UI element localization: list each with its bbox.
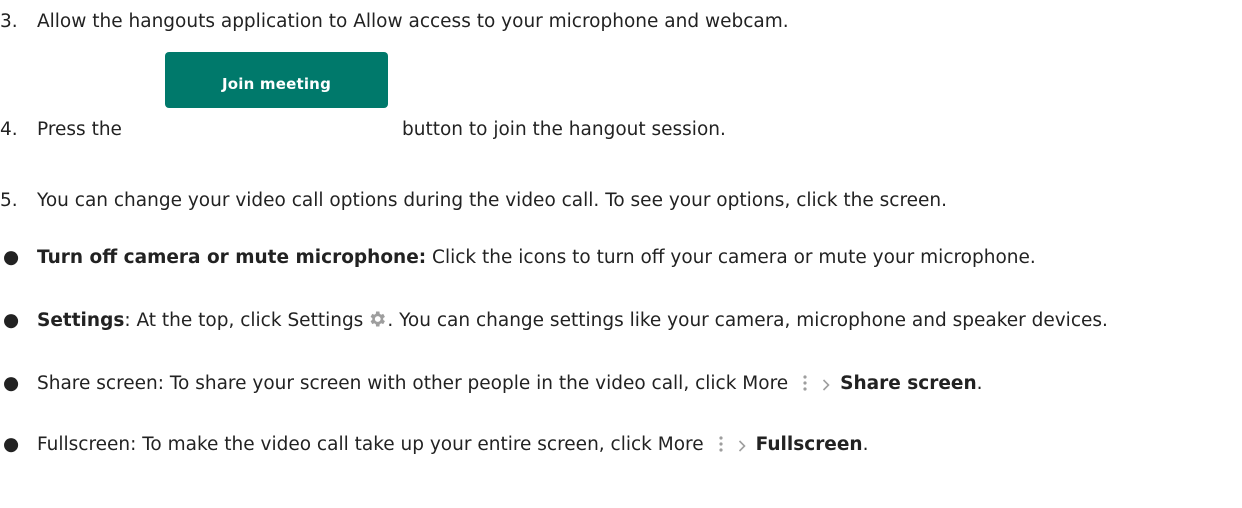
bullet-text: Turn off camera or mute microphone: Clic… — [37, 246, 1236, 270]
step-number: 3. — [0, 11, 18, 32]
more-vert-icon — [802, 374, 808, 399]
bullet-body-1: Share screen: To share your screen with … — [37, 373, 789, 394]
bullet-glyph: ● — [3, 310, 20, 331]
bullet-bold: Fullscreen — [755, 434, 863, 455]
step-number: 4. — [0, 119, 18, 140]
bullet-body-2: . — [976, 373, 983, 394]
step-4: 4. Press the — [0, 118, 122, 142]
bullet-text: Settings: At the top, click Settings . Yo… — [37, 309, 1236, 336]
chevron-right-icon — [822, 375, 830, 399]
bullet-text: Fullscreen: To make the video call take … — [37, 433, 1236, 460]
step-3: 3. Allow the hangouts application to Allo… — [0, 10, 789, 34]
bullet-body-1: Fullscreen: To make the video call take … — [37, 434, 704, 455]
step-text-pre: Press the — [37, 119, 122, 140]
document-page: 3. Allow the hangouts application to Allo… — [0, 0, 1242, 508]
gear-icon — [367, 309, 387, 336]
step-number: 5. — [0, 190, 18, 211]
bullet-glyph: ● — [3, 247, 20, 268]
bullet-body: Click the icons to turn off your camera … — [426, 247, 1036, 268]
chevron-right-icon — [738, 436, 746, 460]
bullet-body-2: . — [862, 434, 869, 455]
bullet-glyph: ● — [3, 434, 20, 455]
bullet-text: Share screen: To share your screen with … — [37, 372, 1236, 399]
bullet-title: Turn off camera or mute microphone: — [37, 247, 427, 268]
bullet-settings: ● Settings: At the top, click Settings . … — [0, 309, 1236, 359]
more-vert-icon — [718, 435, 724, 460]
bullet-fullscreen: ● Fullscreen: To make the video call tak… — [0, 433, 1236, 459]
step-4-post: button to join the hangout session. — [402, 118, 726, 142]
bullet-bold: Share screen — [840, 373, 977, 394]
step-text: Allow the hangouts application to Allow … — [37, 11, 789, 32]
join-meeting-button[interactable]: Join meeting — [165, 52, 388, 108]
bullet-camera-mic: ● Turn off camera or mute microphone: Cl… — [0, 246, 1236, 296]
bullet-body-1: : At the top, click Settings — [124, 310, 364, 331]
bullet-title: Settings — [37, 310, 125, 331]
bullet-share-screen: ● Share screen: To share your screen wit… — [0, 372, 1236, 422]
bullet-glyph: ● — [3, 373, 20, 394]
step-text-post: button to join the hangout session. — [402, 119, 726, 140]
bullet-body-2: . You can change settings like your came… — [387, 310, 1108, 331]
step-5: 5. You can change your video call options… — [0, 189, 947, 213]
step-text: You can change your video call options d… — [37, 190, 948, 211]
